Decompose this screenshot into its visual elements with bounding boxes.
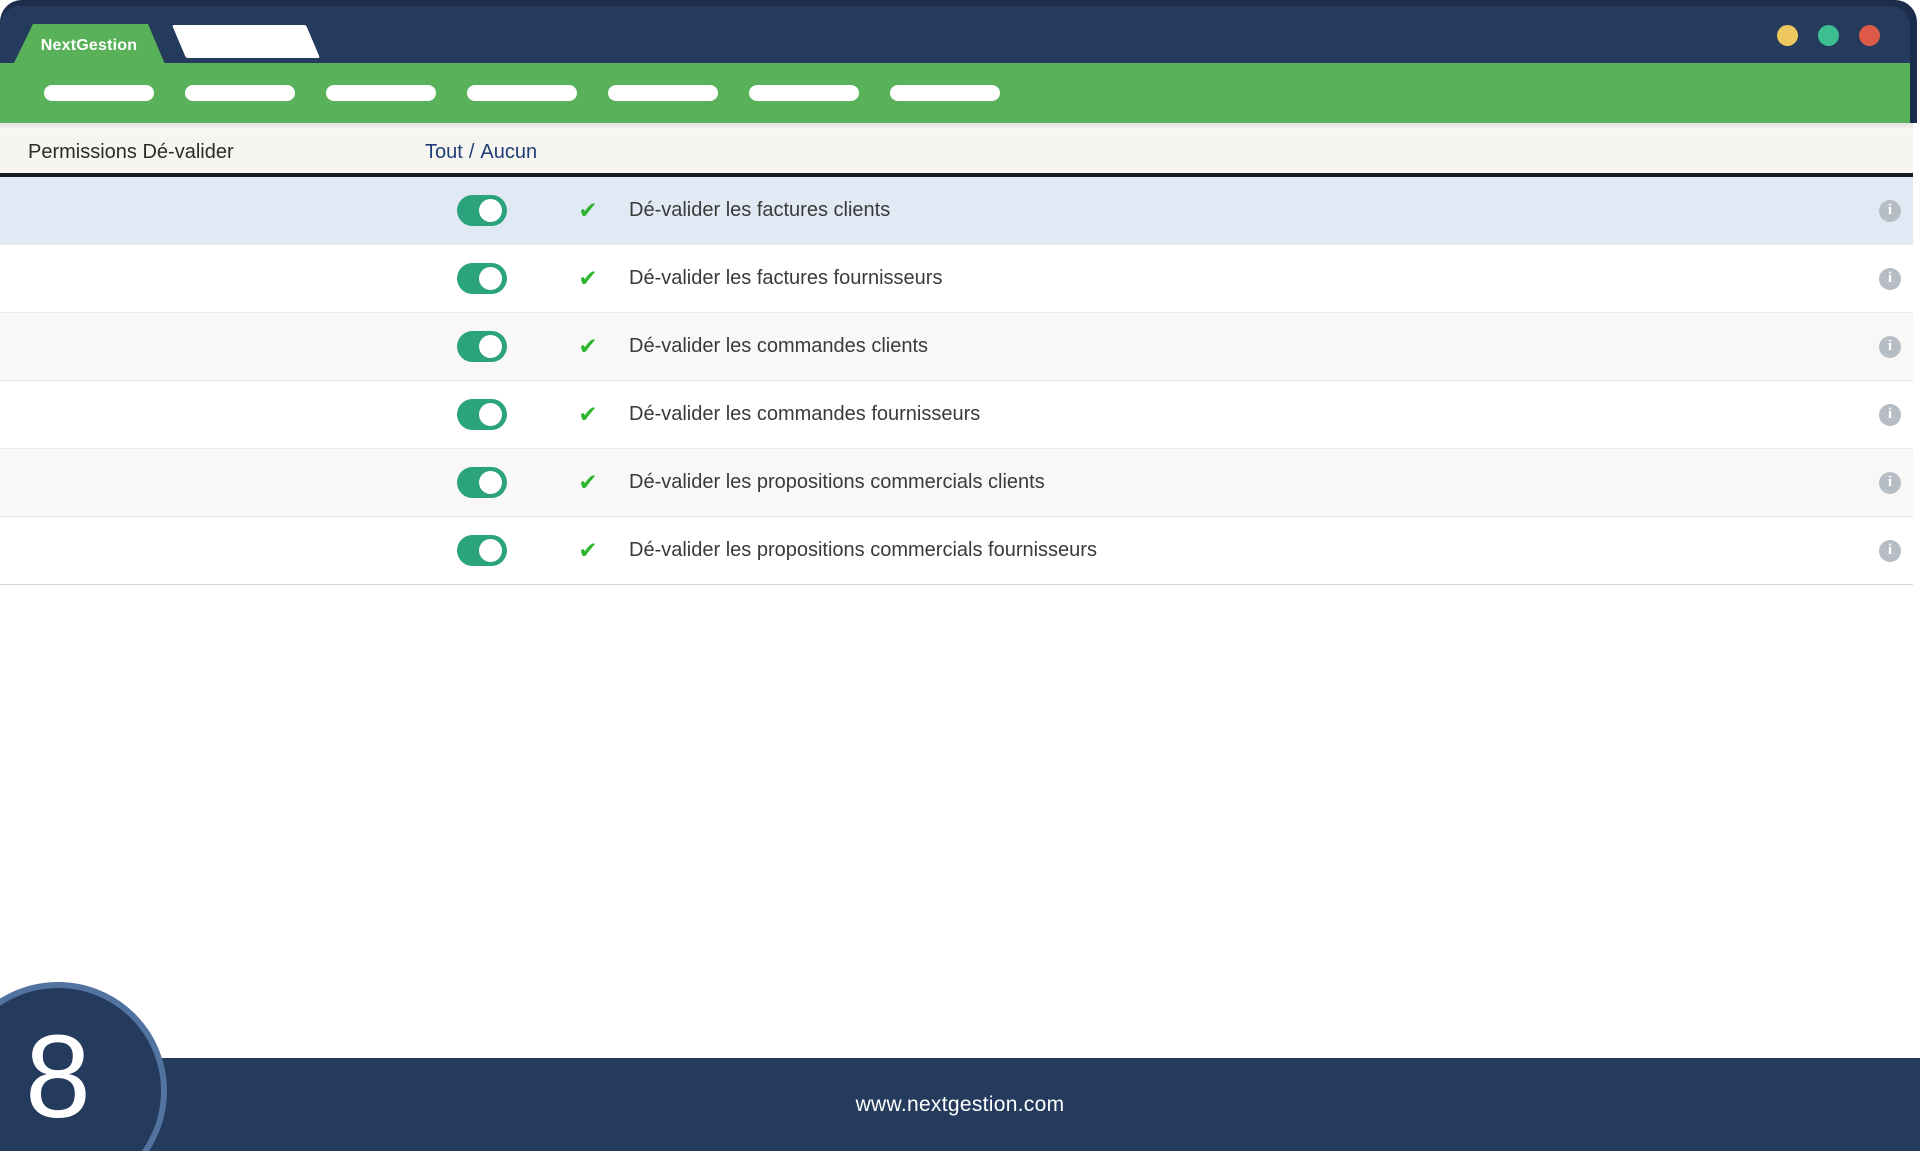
footer-website: www.nextgestion.com xyxy=(856,1093,1065,1117)
navbar-shadow xyxy=(0,123,1913,131)
toggle-switch[interactable] xyxy=(457,263,507,294)
table-header: Permissions Dé-valider Tout /Aucun xyxy=(0,131,1913,177)
toggle-switch[interactable] xyxy=(457,467,507,498)
info-icon[interactable]: i xyxy=(1879,540,1901,562)
info-icon[interactable]: i xyxy=(1879,200,1901,222)
check-icon: ✔ xyxy=(575,537,601,564)
footer-bar: www.nextgestion.com xyxy=(0,1058,1920,1151)
check-icon: ✔ xyxy=(575,401,601,428)
toggle-knob xyxy=(479,403,502,426)
permission-list: ✔ Dé-valider les factures clients i ✔ Dé… xyxy=(0,177,1913,585)
check-icon: ✔ xyxy=(575,197,601,224)
permission-row: ✔ Dé-valider les propositions commercial… xyxy=(0,449,1913,517)
nav-item-placeholder[interactable] xyxy=(185,85,295,101)
info-icon[interactable]: i xyxy=(1879,268,1901,290)
close-button[interactable] xyxy=(1859,25,1880,46)
brand-tab[interactable]: NextGestion xyxy=(11,24,167,69)
permission-label: Dé-valider les commandes fournisseurs xyxy=(629,403,980,426)
check-icon: ✔ xyxy=(575,333,601,360)
nav-item-placeholder[interactable] xyxy=(890,85,1000,101)
slide-number: 8 xyxy=(25,1018,91,1136)
permission-label: Dé-valider les propositions commercials … xyxy=(629,539,1097,562)
window-controls xyxy=(1777,25,1880,46)
minimize-button[interactable] xyxy=(1777,25,1798,46)
slide-number-badge: 8 xyxy=(0,982,167,1151)
permission-label: Dé-valider les commandes clients xyxy=(629,335,928,358)
permission-row: ✔ Dé-valider les factures clients i xyxy=(0,177,1913,245)
toggle-knob xyxy=(479,199,502,222)
toggle-switch[interactable] xyxy=(457,535,507,566)
permission-row: ✔ Dé-valider les commandes clients i xyxy=(0,313,1913,381)
blank-tab[interactable] xyxy=(172,25,320,58)
permission-label: Dé-valider les factures fournisseurs xyxy=(629,267,942,290)
link-separator: / xyxy=(469,141,475,163)
select-none-link[interactable]: Aucun xyxy=(480,141,537,163)
maximize-button[interactable] xyxy=(1818,25,1839,46)
select-all-link[interactable]: Tout xyxy=(425,141,463,163)
toggle-knob xyxy=(479,267,502,290)
permission-label: Dé-valider les propositions commercials … xyxy=(629,471,1045,494)
permissions-panel: Permissions Dé-valider Tout /Aucun ✔ Dé-v… xyxy=(0,131,1913,585)
slide: NextGestion Permissions Dé-valider Tout /… xyxy=(0,0,1920,1151)
info-icon[interactable]: i xyxy=(1879,336,1901,358)
nav-item-placeholder[interactable] xyxy=(44,85,154,101)
nav-item-placeholder[interactable] xyxy=(608,85,718,101)
toggle-knob xyxy=(479,471,502,494)
permission-row: ✔ Dé-valider les commandes fournisseurs … xyxy=(0,381,1913,449)
browser-window-chrome: NextGestion xyxy=(0,0,1917,123)
window-titlebar: NextGestion xyxy=(0,6,1910,63)
bulk-select-links: Tout /Aucun xyxy=(425,141,537,164)
toggle-knob xyxy=(479,539,502,562)
toggle-switch[interactable] xyxy=(457,331,507,362)
section-title: Permissions Dé-valider xyxy=(28,141,425,164)
toggle-switch[interactable] xyxy=(457,195,507,226)
permission-row: ✔ Dé-valider les factures fournisseurs i xyxy=(0,245,1913,313)
nav-item-placeholder[interactable] xyxy=(749,85,859,101)
info-icon[interactable]: i xyxy=(1879,404,1901,426)
nav-item-placeholder[interactable] xyxy=(326,85,436,101)
nav-item-placeholder[interactable] xyxy=(467,85,577,101)
brand-name: NextGestion xyxy=(41,37,137,57)
toggle-knob xyxy=(479,335,502,358)
permission-label: Dé-valider les factures clients xyxy=(629,199,890,222)
check-icon: ✔ xyxy=(575,265,601,292)
main-navbar xyxy=(0,63,1910,123)
check-icon: ✔ xyxy=(575,469,601,496)
info-icon[interactable]: i xyxy=(1879,472,1901,494)
toggle-switch[interactable] xyxy=(457,399,507,430)
permission-row: ✔ Dé-valider les propositions commercial… xyxy=(0,517,1913,585)
